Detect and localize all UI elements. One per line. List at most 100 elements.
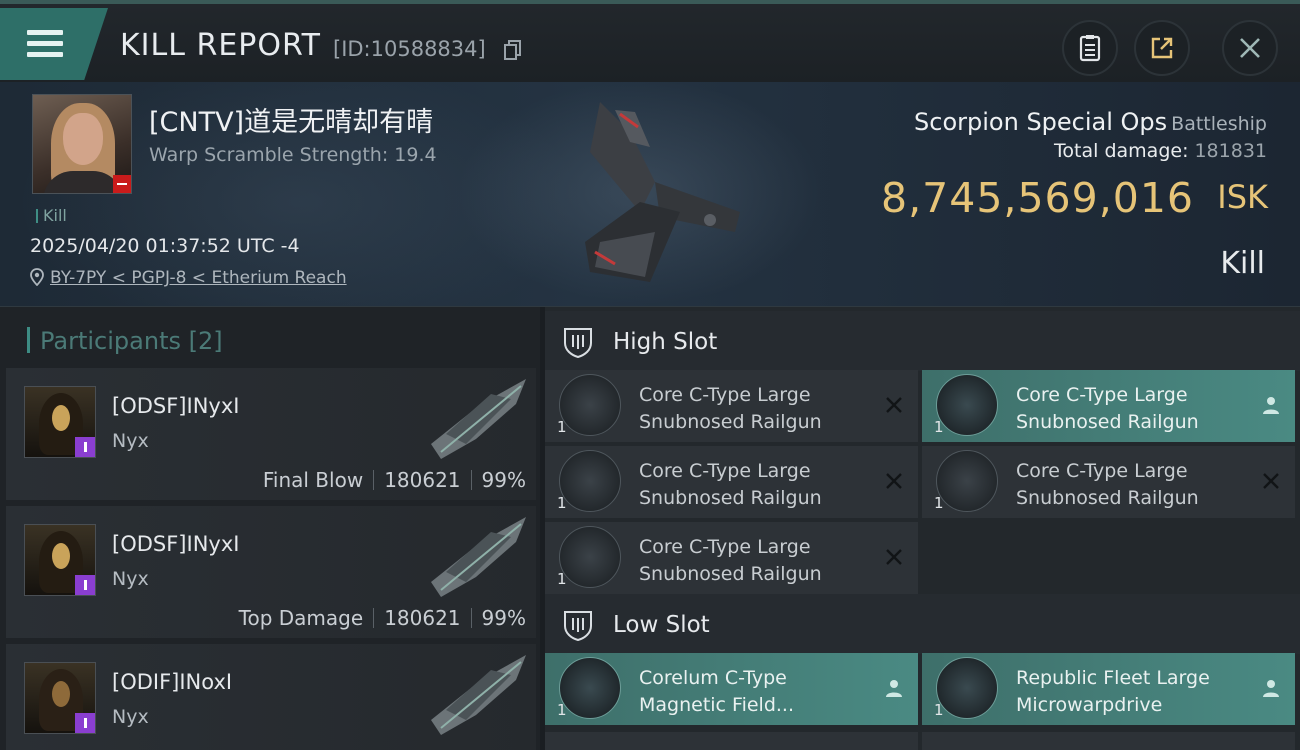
- railgun-icon: [559, 526, 621, 588]
- user-icon: [886, 680, 902, 697]
- clipboard-icon: [1079, 35, 1101, 62]
- kill-location[interactable]: BY-7PY < PGPJ-8 < Etherium Reach: [30, 268, 347, 288]
- participant-ship-image: [431, 379, 526, 459]
- menu-button[interactable]: [0, 8, 108, 80]
- destroyed-x-icon: [1263, 473, 1279, 489]
- participant-avatar[interactable]: [24, 386, 96, 458]
- module-quantity: 1: [934, 701, 944, 719]
- participant-ship-image: [431, 655, 526, 735]
- module-item[interactable]: 1 Corelum C-Type Magnetic Field...: [545, 653, 918, 725]
- result-tag: Kill: [36, 206, 67, 225]
- module-item[interactable]: 1 Core C-Type Large Snubnosed Railgun: [922, 446, 1295, 518]
- corp-tag-icon: [75, 713, 95, 733]
- participant-role: Top Damage: [238, 606, 364, 630]
- participant-card[interactable]: [ODSF]INyxI Nyx Top Damage 180621 99%: [6, 506, 536, 638]
- isk-value: 8,745,569,016: [881, 174, 1194, 222]
- slot-icon: [564, 328, 592, 359]
- ship-name[interactable]: Scorpion Special Ops Battleship: [914, 108, 1267, 136]
- participant-avatar[interactable]: [24, 662, 96, 734]
- menu-icon: [27, 28, 63, 58]
- module-item[interactable]: [922, 732, 1295, 750]
- module-name: Core C-Type Large Snubnosed Railgun: [639, 536, 822, 585]
- corp-tag-icon: [75, 575, 95, 595]
- participant-ship: Nyx: [112, 706, 149, 728]
- module-name: Core C-Type Large Snubnosed Railgun: [1016, 384, 1199, 433]
- module-name: Corelum C-Type Magnetic Field...: [639, 667, 795, 716]
- module-name: Republic Fleet Large Microwarpdrive: [1016, 667, 1210, 716]
- participant-name: [ODSF]INyxI: [112, 532, 240, 556]
- low-slot-header: Low Slot: [545, 594, 1300, 654]
- participant-damage: 180621: [384, 468, 461, 492]
- participant-card[interactable]: [ODIF]INoxI Nyx: [6, 644, 536, 750]
- magnetic-field-stabilizer-icon: [559, 657, 621, 719]
- participant-avatar[interactable]: [24, 524, 96, 596]
- clipboard-button[interactable]: [1062, 20, 1118, 76]
- railgun-icon: [559, 374, 621, 436]
- participants-panel[interactable]: Participants [2] [ODSF]INyxI Nyx Final B…: [0, 307, 540, 750]
- high-slot-title: High Slot: [613, 329, 718, 355]
- hostile-badge-icon: [113, 175, 131, 193]
- outcome-label: Kill: [1220, 246, 1265, 281]
- module-quantity: 1: [934, 418, 944, 436]
- participant-percent: 99%: [481, 468, 526, 492]
- slot-icon: [564, 611, 592, 642]
- module-quantity: 1: [557, 418, 567, 436]
- user-icon: [1263, 680, 1279, 697]
- railgun-icon: [936, 450, 998, 512]
- participant-role: Final Blow: [262, 468, 364, 492]
- module-item[interactable]: 1 Core C-Type Large Snubnosed Railgun: [922, 370, 1295, 442]
- module-item[interactable]: 1 Core C-Type Large Snubnosed Railgun: [545, 370, 918, 442]
- participants-title: Participants [2]: [27, 327, 223, 355]
- participant-stats: Top Damage 180621 99%: [239, 606, 526, 630]
- module-item[interactable]: 1 Core C-Type Large Snubnosed Railgun: [545, 446, 918, 518]
- destroyed-x-icon: [886, 473, 902, 489]
- participant-stats: Final Blow 180621 99%: [263, 468, 526, 492]
- participant-card[interactable]: [ODSF]INyxI Nyx Final Blow 180621 99%: [6, 368, 536, 500]
- module-quantity: 1: [934, 494, 944, 512]
- victim-avatar[interactable]: [32, 94, 132, 194]
- participant-name: [ODIF]INoxI: [112, 670, 233, 694]
- victim-ship-image: [585, 102, 740, 282]
- total-damage-value: 181831: [1194, 140, 1267, 162]
- module-quantity: 1: [557, 494, 567, 512]
- share-button[interactable]: [1134, 20, 1190, 76]
- module-item[interactable]: 1 Republic Fleet Large Microwarpdrive: [922, 653, 1295, 725]
- total-damage: Total damage: 181831: [1054, 140, 1267, 162]
- module-quantity: 1: [557, 570, 567, 588]
- high-slot-header: High Slot: [545, 311, 1300, 371]
- destroyed-x-icon: [886, 549, 902, 565]
- railgun-icon: [559, 450, 621, 512]
- destroyed-x-icon: [886, 397, 902, 413]
- kill-datetime: 2025/04/20 01:37:52 UTC -4: [30, 235, 300, 257]
- module-item[interactable]: 1 Core C-Type Large Snubnosed Railgun: [545, 522, 918, 594]
- user-icon: [1263, 397, 1279, 414]
- microwarpdrive-icon: [936, 657, 998, 719]
- module-name: Core C-Type Large Snubnosed Railgun: [1016, 460, 1199, 509]
- fitting-panel[interactable]: High Slot 1 Core C-Type Large Snubnosed R…: [545, 307, 1300, 750]
- module-quantity: 1: [557, 701, 567, 719]
- report-id: [ID:10588834]: [333, 37, 486, 61]
- location-pin-icon: [30, 268, 44, 287]
- participant-damage: 180621: [384, 606, 461, 630]
- module-name: Core C-Type Large Snubnosed Railgun: [639, 384, 822, 433]
- participant-name: [ODSF]INyxI: [112, 394, 240, 418]
- top-bar: KILL REPORT [ID:10588834]: [0, 0, 1300, 82]
- location-link[interactable]: BY-7PY < PGPJ-8 < Etherium Reach: [50, 268, 347, 288]
- victim-panel: [CNTV]道是无晴却有晴 Warp Scramble Strength: 19…: [0, 82, 1300, 307]
- close-button[interactable]: [1222, 20, 1278, 76]
- module-name: Core C-Type Large Snubnosed Railgun: [639, 460, 822, 509]
- copy-icon[interactable]: [504, 40, 522, 60]
- participant-ship: Nyx: [112, 430, 149, 452]
- participant-ship: Nyx: [112, 568, 149, 590]
- isk-unit: ISK: [1217, 178, 1268, 216]
- close-icon: [1240, 38, 1260, 58]
- share-icon: [1151, 37, 1173, 59]
- page-title: KILL REPORT: [120, 28, 321, 63]
- ship-class: Battleship: [1171, 113, 1267, 135]
- low-slot-title: Low Slot: [613, 612, 710, 638]
- module-item[interactable]: [545, 732, 918, 750]
- victim-name[interactable]: [CNTV]道是无晴却有晴: [149, 100, 433, 139]
- participant-percent: 99%: [481, 606, 526, 630]
- corp-tag-icon: [75, 437, 95, 457]
- participant-ship-image: [431, 517, 526, 597]
